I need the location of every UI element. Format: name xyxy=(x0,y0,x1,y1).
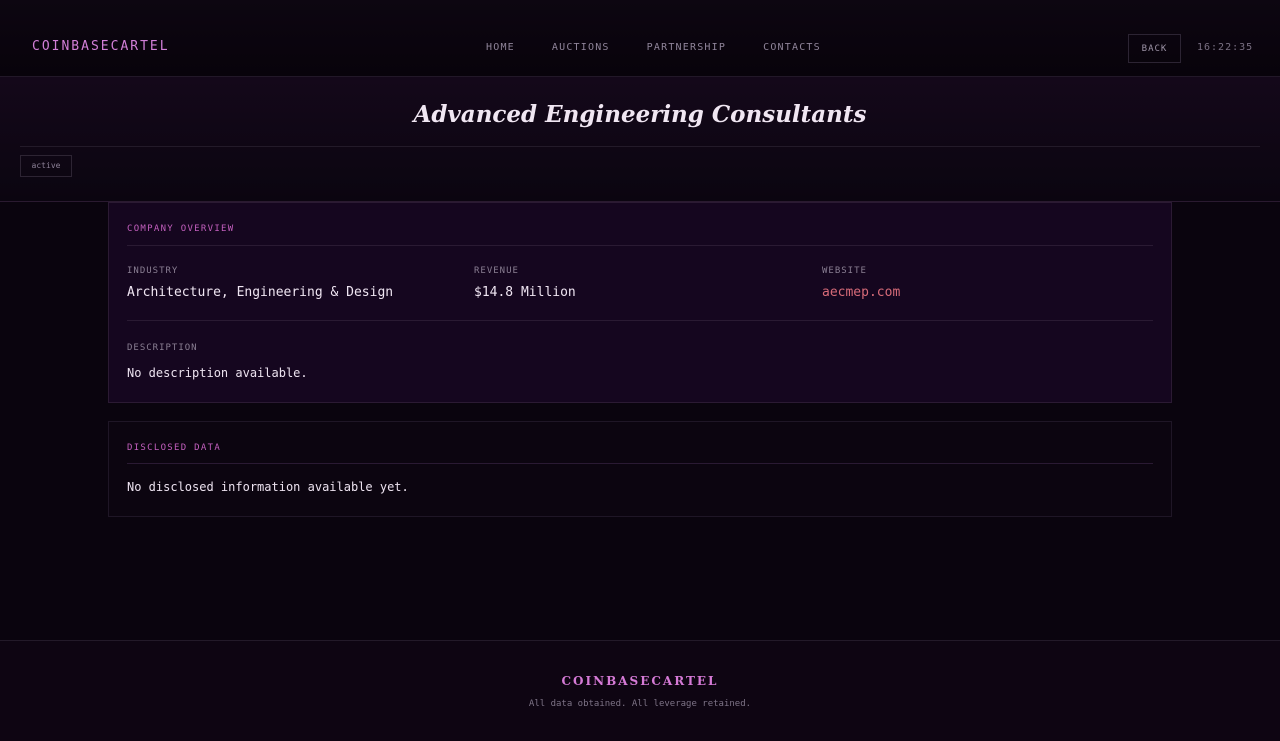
nav-partnership-link[interactable]: PARTNERSHIP xyxy=(647,42,726,53)
back-button[interactable]: BACK xyxy=(1128,34,1181,63)
overview-section-divider xyxy=(127,320,1153,321)
company-overview-card: COMPANY OVERVIEW INDUSTRY Architecture, … xyxy=(108,202,1172,403)
description-text: No description available. xyxy=(127,366,308,380)
nav-home-link[interactable]: HOME xyxy=(486,42,515,53)
description-label: DESCRIPTION xyxy=(127,343,198,353)
website-link[interactable]: aecmep.com xyxy=(822,285,900,300)
footer-brand: COINBASECARTEL xyxy=(561,674,719,688)
disclosed-data-card: DISCLOSED DATA No disclosed information … xyxy=(108,421,1172,517)
revenue-label: REVENUE xyxy=(474,266,519,276)
industry-value: Architecture, Engineering & Design xyxy=(127,285,394,300)
page-title: Advanced Engineering Consultants xyxy=(413,101,867,128)
overview-divider xyxy=(127,245,1153,246)
company-title-band: Advanced Engineering Consultants active xyxy=(0,77,1280,202)
clock-display: 16:22:35 xyxy=(1197,42,1254,53)
top-navigation-bar: COINBASECARTEL HOME AUCTIONS PARTNERSHIP… xyxy=(0,0,1280,77)
disclosed-card-title: DISCLOSED DATA xyxy=(127,443,222,453)
brand-logo-text[interactable]: COINBASECARTEL xyxy=(32,39,170,54)
main-nav: HOME AUCTIONS PARTNERSHIP CONTACTS xyxy=(486,42,858,53)
footer-tagline: All data obtained. All leverage retained… xyxy=(528,699,752,709)
industry-label: INDUSTRY xyxy=(127,266,179,276)
disclosed-text: No disclosed information available yet. xyxy=(127,480,409,494)
status-badge: active xyxy=(20,155,72,177)
disclosed-divider xyxy=(127,463,1153,464)
nav-auctions-link[interactable]: AUCTIONS xyxy=(552,42,610,53)
revenue-value: $14.8 Million xyxy=(474,285,576,300)
page-footer: COINBASECARTEL All data obtained. All le… xyxy=(0,640,1280,741)
website-label: WEBSITE xyxy=(822,266,867,276)
title-divider xyxy=(20,146,1260,147)
overview-card-title: COMPANY OVERVIEW xyxy=(127,224,235,234)
nav-contacts-link[interactable]: CONTACTS xyxy=(763,42,821,53)
